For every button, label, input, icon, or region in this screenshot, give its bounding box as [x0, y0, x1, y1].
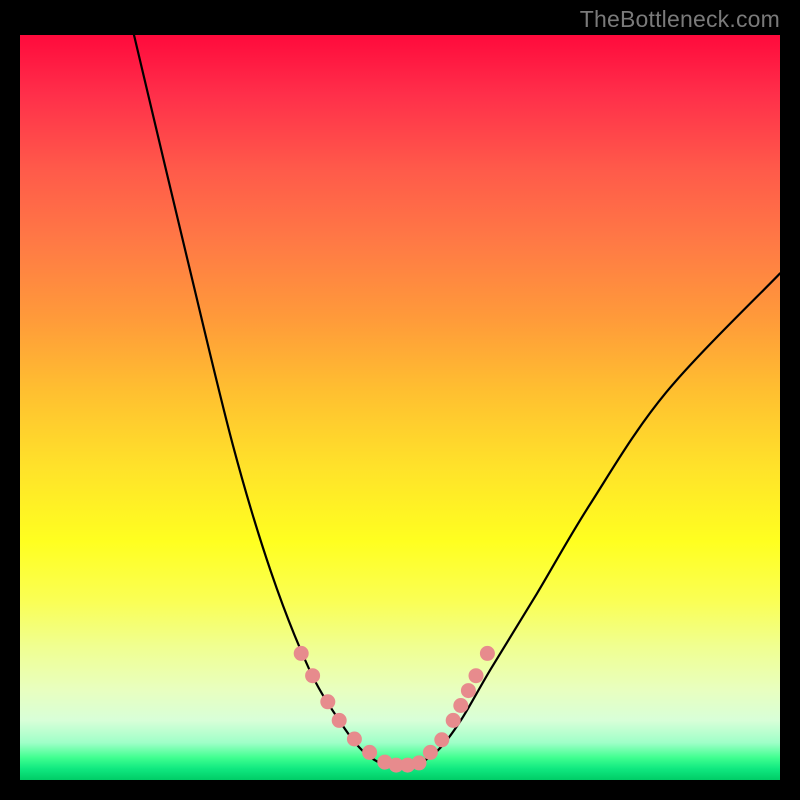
- data-marker: [347, 732, 362, 747]
- chart-frame: TheBottleneck.com: [0, 0, 800, 800]
- data-marker: [305, 668, 320, 683]
- data-marker: [362, 745, 377, 760]
- data-marker: [434, 732, 449, 747]
- data-marker: [294, 646, 309, 661]
- data-marker: [453, 698, 468, 713]
- data-marker: [461, 683, 476, 698]
- data-marker: [423, 745, 438, 760]
- data-marker: [480, 646, 495, 661]
- data-marker: [469, 668, 484, 683]
- data-marker: [332, 713, 347, 728]
- data-marker: [320, 694, 335, 709]
- plot-area: [20, 35, 780, 780]
- marker-group: [294, 646, 495, 773]
- data-marker: [446, 713, 461, 728]
- bottleneck-curve: [134, 35, 780, 766]
- data-marker: [412, 755, 427, 770]
- chart-svg: [20, 35, 780, 780]
- watermark-text: TheBottleneck.com: [580, 6, 780, 33]
